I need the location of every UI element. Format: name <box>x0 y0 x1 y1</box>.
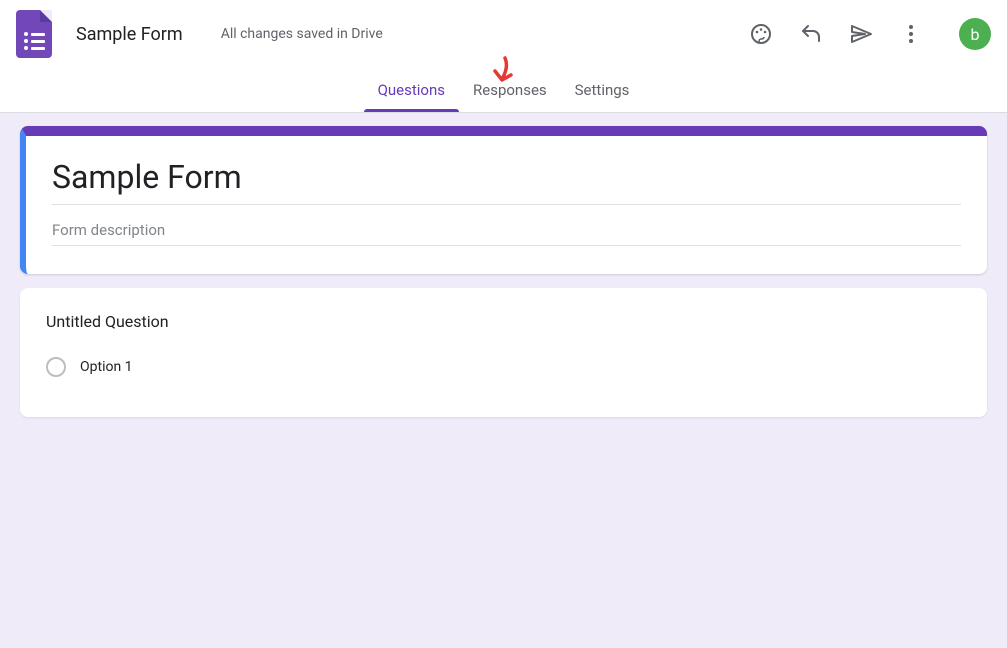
app-header: Sample Form All changes saved in Drive <box>0 0 1007 68</box>
question-title[interactable]: Untitled Question <box>46 312 961 331</box>
palette-icon[interactable] <box>749 22 773 46</box>
undo-icon[interactable] <box>799 22 823 46</box>
tab-settings[interactable]: Settings <box>561 68 644 112</box>
forms-logo-icon[interactable] <box>16 10 56 58</box>
form-title-input[interactable]: Sample Form <box>76 24 183 45</box>
header-actions: b <box>749 18 991 50</box>
radio-icon <box>46 357 66 377</box>
form-description-field[interactable]: Form description <box>52 221 961 246</box>
option-label[interactable]: Option 1 <box>80 359 133 375</box>
send-icon[interactable] <box>849 22 873 46</box>
tabs-bar: Questions Responses Settings <box>0 68 1007 113</box>
tab-responses[interactable]: Responses <box>459 68 561 112</box>
save-status-text: All changes saved in Drive <box>221 26 383 42</box>
more-icon[interactable] <box>899 22 923 46</box>
avatar[interactable]: b <box>959 18 991 50</box>
form-title-field[interactable]: Sample Form <box>52 158 961 205</box>
form-content: Sample Form Form description Untitled Qu… <box>0 113 1007 444</box>
title-card[interactable]: Sample Form Form description <box>20 126 987 274</box>
question-card[interactable]: Untitled Question Option 1 <box>20 288 987 417</box>
option-row: Option 1 <box>46 357 961 377</box>
tab-questions[interactable]: Questions <box>364 68 459 112</box>
